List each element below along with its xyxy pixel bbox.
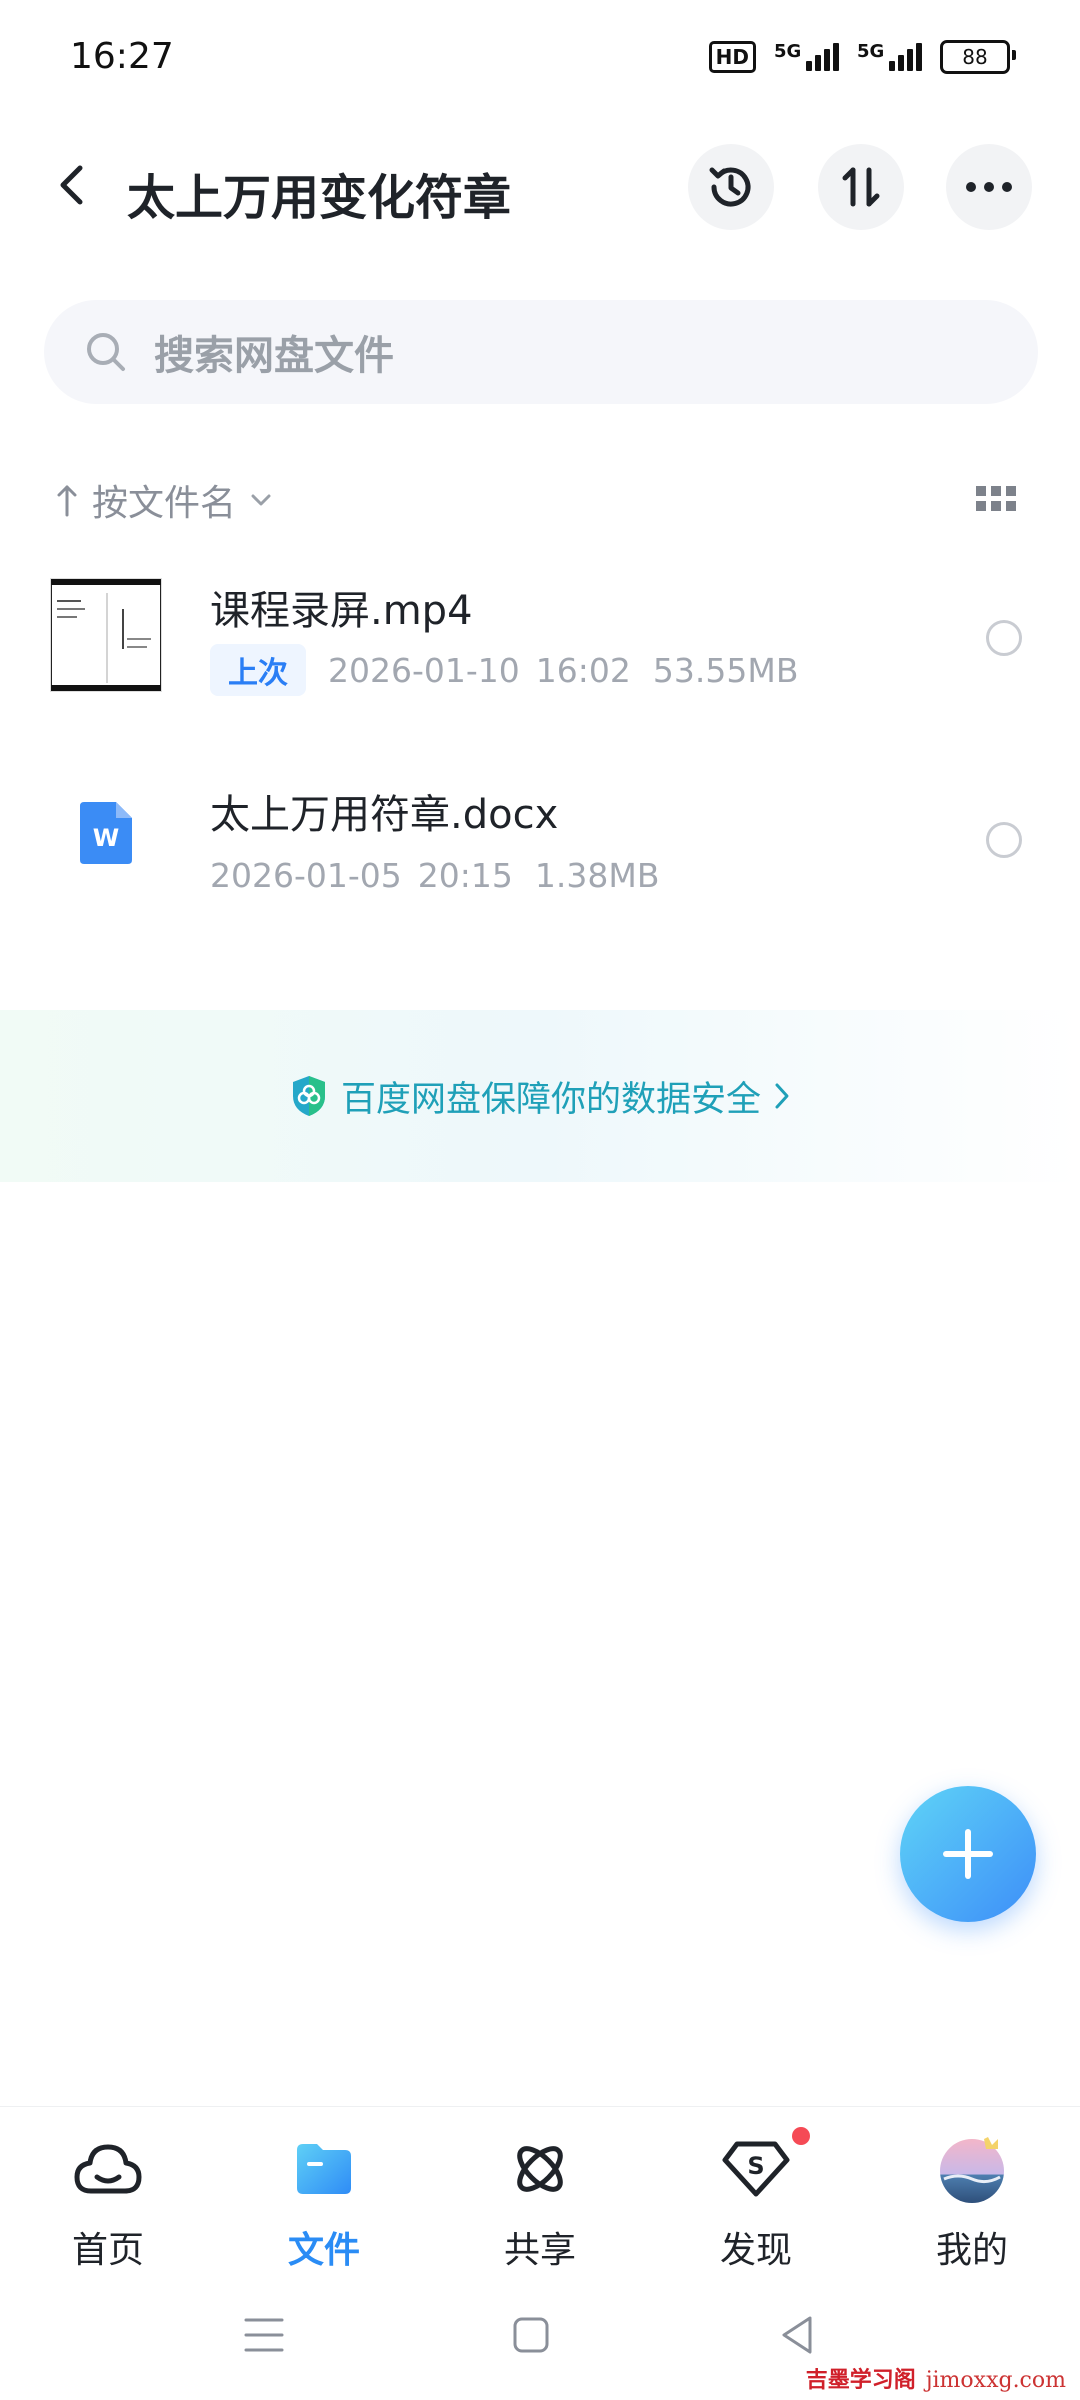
file-time: 20:15 bbox=[417, 856, 513, 895]
signal-icon: 5G bbox=[774, 41, 839, 71]
sort-transfer-button[interactable] bbox=[818, 144, 904, 230]
nav-label-discover: 发现 bbox=[719, 2230, 792, 2271]
file-row[interactable]: 课程录屏.mp4 上次 2026-01-10 16:02 53.55MB bbox=[0, 548, 1080, 728]
search-placeholder: 搜索网盘文件 bbox=[154, 333, 394, 379]
back-triangle-icon[interactable] bbox=[778, 2314, 814, 2356]
file-name: 课程录屏.mp4 bbox=[210, 588, 473, 634]
discover-icon: S bbox=[722, 2141, 790, 2197]
svg-text:W: W bbox=[93, 824, 119, 852]
sort-arrow-up-icon bbox=[57, 485, 77, 517]
file-row[interactable]: W 太上万用符章.docx 2026-01-05 20:15 1.38MB bbox=[0, 752, 1080, 932]
video-thumbnail bbox=[50, 578, 162, 692]
nav-home[interactable]: 首页 bbox=[18, 2133, 198, 2273]
nav-profile[interactable]: 我的 bbox=[882, 2133, 1062, 2273]
add-button[interactable] bbox=[900, 1786, 1036, 1922]
watermark: 吉墨学习阁 jimoxxg.com bbox=[805, 2367, 1066, 2393]
file-size: 53.55MB bbox=[652, 650, 799, 690]
search-icon bbox=[87, 333, 125, 371]
nav-discover[interactable]: S 发现 bbox=[666, 2127, 846, 2273]
more-button[interactable] bbox=[946, 144, 1032, 230]
file-date: 2026-01-10 bbox=[328, 650, 520, 690]
status-icons: HD 5G 5G 88 bbox=[708, 40, 1016, 74]
video-thumbnail-image bbox=[51, 579, 161, 691]
sort-transfer-icon bbox=[842, 167, 880, 207]
plus-icon bbox=[943, 1829, 993, 1879]
notification-dot bbox=[792, 2127, 810, 2145]
file-date: 2026-01-05 bbox=[210, 856, 402, 895]
bottom-nav: 首页 文件 共享 S 发现 我的 bbox=[0, 2106, 1080, 2307]
grid-view-icon[interactable] bbox=[976, 486, 1016, 512]
chevron-right-icon bbox=[775, 1083, 789, 1109]
folder-icon bbox=[297, 2144, 351, 2194]
nav-label-profile: 我的 bbox=[935, 2230, 1008, 2271]
file-meta: 上次 2026-01-10 16:02 53.55MB bbox=[210, 644, 798, 696]
file-time: 16:02 bbox=[535, 650, 631, 690]
hd-icon: HD bbox=[708, 41, 756, 73]
sort-label: 按文件名 bbox=[92, 483, 237, 524]
menu-icon[interactable] bbox=[244, 2316, 284, 2354]
word-file-icon: W bbox=[80, 802, 132, 864]
status-time: 16:27 bbox=[70, 36, 174, 77]
more-icon bbox=[966, 182, 1012, 192]
security-text: 百度网盘保障你的数据安全 bbox=[340, 1079, 761, 1120]
file-size: 1.38MB bbox=[534, 856, 660, 895]
chevron-down-icon bbox=[251, 494, 271, 506]
page-title: 太上万用变化符章 bbox=[127, 170, 512, 226]
nav-files[interactable]: 文件 bbox=[234, 2133, 414, 2273]
select-checkbox[interactable] bbox=[986, 620, 1022, 656]
avatar bbox=[940, 2137, 1004, 2203]
share-atom-icon bbox=[517, 2146, 563, 2192]
file-name: 太上万用符章.docx bbox=[210, 792, 559, 838]
search-input[interactable]: 搜索网盘文件 bbox=[44, 300, 1038, 404]
svg-text:S: S bbox=[747, 2152, 764, 2180]
security-banner[interactable]: 百度网盘保障你的数据安全 bbox=[0, 1010, 1080, 1182]
history-button[interactable] bbox=[688, 144, 774, 230]
history-icon bbox=[709, 167, 751, 207]
file-meta: 2026-01-05 20:15 1.38MB bbox=[210, 856, 659, 895]
sort-selector[interactable]: 按文件名 bbox=[56, 474, 272, 526]
shield-icon bbox=[292, 1076, 325, 1116]
nav-label-home: 首页 bbox=[71, 2230, 144, 2271]
battery-icon: 88 bbox=[940, 40, 1016, 74]
nav-share[interactable]: 共享 bbox=[450, 2133, 630, 2273]
nav-label-files: 文件 bbox=[287, 2230, 360, 2271]
cloud-icon bbox=[74, 2144, 142, 2194]
signal-icon-2: 5G bbox=[857, 41, 922, 71]
nav-label-share: 共享 bbox=[503, 2230, 576, 2271]
select-checkbox[interactable] bbox=[986, 822, 1022, 858]
last-opened-badge: 上次 bbox=[210, 644, 306, 696]
home-square-icon[interactable] bbox=[512, 2316, 550, 2354]
back-icon[interactable] bbox=[48, 160, 98, 210]
